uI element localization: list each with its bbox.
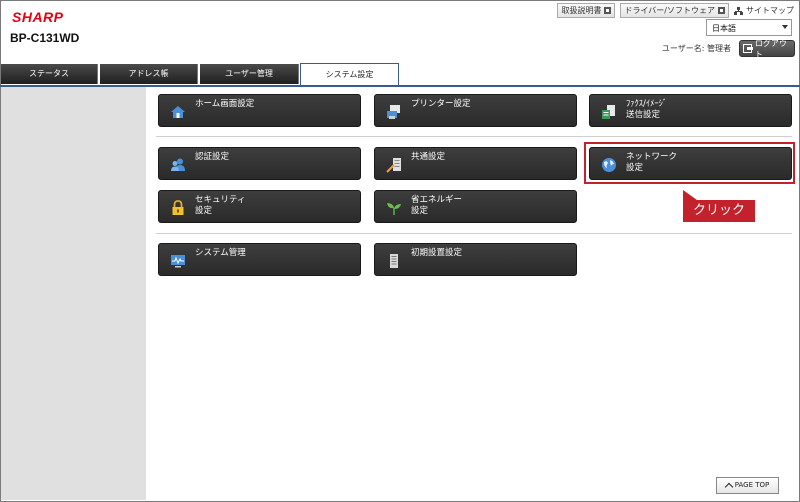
monitor-icon: [171, 255, 185, 268]
fax-image-send-settings-button[interactable]: ﾌｧｸｽ/ｲﾒｰｼﾞ 送信設定: [589, 94, 792, 127]
printer-icon: [387, 105, 400, 119]
chevron-up-icon: [724, 482, 733, 492]
sitemap-icon: [734, 6, 743, 15]
sharp-logo: SHARP: [12, 9, 64, 25]
system-management-label: システム管理: [195, 248, 246, 258]
sprout-icon: [387, 203, 401, 215]
common-settings-button[interactable]: 共通設定: [374, 147, 577, 180]
tools-icon: [386, 158, 401, 173]
driver-link-label: ドライバー/ソフトウェア: [624, 6, 715, 15]
model-name: BP-C131WD: [10, 31, 80, 45]
external-link-icon: [718, 7, 725, 14]
security-settings-button[interactable]: セキュリティ 設定: [158, 190, 361, 223]
energy-saving-settings-button[interactable]: 省エネルギー 設定: [374, 190, 577, 223]
main-tabs: ステータス アドレス帳 ユーザー管理 システム設定: [0, 63, 800, 87]
tab-status[interactable]: ステータス: [1, 64, 98, 84]
tab-system-settings[interactable]: システム設定: [300, 63, 399, 85]
printer-settings-button[interactable]: プリンター設定: [374, 94, 577, 127]
users-icon: [171, 158, 185, 171]
tab-user-management[interactable]: ユーザー管理: [200, 64, 299, 84]
initial-setup-settings-label: 初期設置設定: [411, 248, 463, 258]
driver-link[interactable]: ドライバー/ソフトウェア: [620, 3, 729, 18]
system-management-button[interactable]: システム管理: [158, 243, 361, 276]
click-callout: クリック: [683, 190, 755, 222]
manual-link-label: 取扱説明書: [561, 6, 602, 15]
section-divider: [156, 233, 792, 234]
sitemap-label: サイトマップ: [746, 6, 794, 15]
authentication-settings-button[interactable]: 認証設定: [158, 147, 361, 180]
logout-icon: [743, 44, 753, 53]
home-screen-settings-label: ホーム画面設定: [195, 99, 255, 109]
energy-saving-settings-label: 省エネルギー 設定: [411, 195, 463, 216]
tab-address-book[interactable]: アドレス帳: [100, 64, 198, 84]
fax-image-send-settings-label: ﾌｧｸｽ/ｲﾒｰｼﾞ 送信設定: [626, 99, 668, 120]
language-value: 日本語: [712, 24, 736, 33]
printer-settings-label: プリンター設定: [411, 99, 471, 109]
logout-label: ログアウト: [754, 38, 787, 59]
home-screen-settings-button[interactable]: ホーム画面設定: [158, 94, 361, 127]
initial-setup-settings-button[interactable]: 初期設置設定: [374, 243, 577, 276]
top-links: 取扱説明書 ドライバー/ソフトウェア サイトマップ: [557, 3, 794, 18]
home-icon: [171, 106, 185, 118]
lock-icon: [172, 200, 184, 215]
sitemap-link[interactable]: サイトマップ: [734, 5, 794, 16]
authentication-settings-label: 認証設定: [195, 152, 230, 162]
section-divider: [156, 136, 792, 137]
user-name: ユーザー名: 管理者: [661, 44, 731, 53]
external-link-icon: [604, 7, 612, 14]
click-highlight-box: [584, 142, 795, 184]
page-top-label: PAGE TOP: [734, 481, 770, 489]
page-top-button[interactable]: PAGE TOP: [716, 477, 779, 494]
left-sidebar: [1, 87, 146, 500]
logout-button[interactable]: ログアウト: [739, 38, 795, 59]
fax-icon: [602, 105, 615, 119]
security-settings-label: セキュリティ 設定: [195, 195, 246, 216]
document-icon: [390, 254, 398, 268]
chevron-down-icon: [782, 25, 788, 29]
common-settings-label: 共通設定: [411, 152, 446, 162]
manual-link[interactable]: 取扱説明書: [557, 3, 616, 18]
language-select[interactable]: 日本語: [706, 19, 792, 36]
